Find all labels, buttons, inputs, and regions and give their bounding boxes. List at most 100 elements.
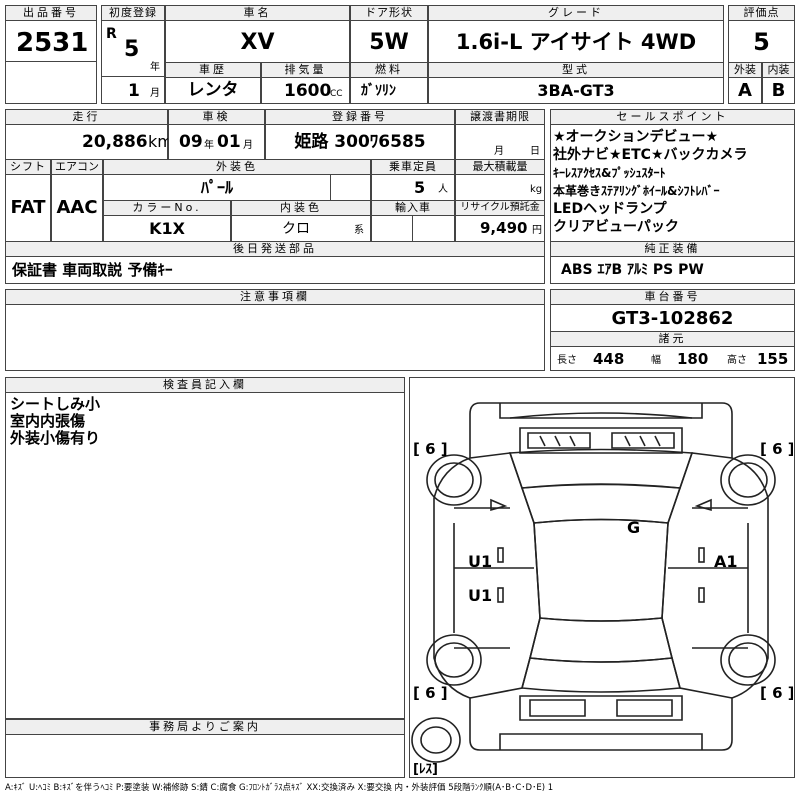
recycle-label: リサイクル預託金 <box>455 200 545 216</box>
mileage-label: 走行 <box>5 109 168 125</box>
door-type-label: ドア形状 <box>350 5 428 21</box>
exterior-color-cell: ﾊﾟｰﾙ <box>103 174 331 201</box>
interior-cell: B <box>762 77 795 104</box>
registration-year: 5 <box>124 37 140 62</box>
sales-point-line: クリアビューパック <box>553 219 679 235</box>
plate-number: 姫路 300ﾜ6585 <box>294 132 426 152</box>
left-front-door-mark: U1 <box>468 552 492 571</box>
recycle-unit: 円 <box>532 225 542 236</box>
score-cell: 5 <box>728 20 795 63</box>
left-rear-door-mark: U1 <box>468 586 492 605</box>
capacity: 5 <box>414 178 426 197</box>
sales-point-line: 本革巻きｽﾃｱﾘﾝｸﾞﾎｲｰﾙ&ｼﾌﾄﾚﾊﾞｰ <box>553 184 720 198</box>
recycle-fee: 9,490 <box>480 219 528 237</box>
spare-tire-mark: [ﾚｽ] <box>413 762 438 776</box>
exterior-cell: A <box>728 77 762 104</box>
later-parts-cell: 保証書 車両取説 予備ｷｰ <box>5 256 545 284</box>
era: R <box>106 26 117 42</box>
sales-point-line: LEDヘッドランプ <box>553 201 667 217</box>
equipment: ABS ｴｱB ｱﾙﾐ PS PW <box>561 262 704 278</box>
height-label: 高さ <box>727 355 747 366</box>
grade: 1.6i-L アイサイト 4WD <box>455 30 697 54</box>
plate-label: 登録番号 <box>265 109 455 125</box>
plate-cell: 姫路 300ﾜ6585 <box>265 124 455 160</box>
model: 3BA-GT3 <box>537 81 615 100</box>
tire-rear-right-mark: [ 6 ] <box>760 684 793 702</box>
damage-diagram: [ 6 ] [ 6 ] [ 6 ] [ 6 ] G U1 U1 A1 [ﾚｽ] <box>409 377 795 778</box>
lot-number-cell: 2531 <box>5 20 97 62</box>
lot-number: 2531 <box>16 28 89 58</box>
length-label: 長さ <box>557 355 577 366</box>
history: レンタ <box>187 80 239 100</box>
displacement-unit: CC <box>330 89 343 99</box>
capacity-unit: 人 <box>438 184 448 195</box>
caution-cell <box>5 304 545 371</box>
car-outline-diagram: [ 6 ] [ 6 ] [ 6 ] [ 6 ] G U1 U1 A1 [ﾚｽ] <box>411 402 793 776</box>
registration-month: 1 <box>128 81 140 101</box>
ac: AAC <box>56 197 98 218</box>
history-cell: レンタ <box>165 77 261 104</box>
interior-color-unit: 系 <box>354 225 364 236</box>
door-type: 5W <box>369 30 409 55</box>
exterior-color: ﾊﾟｰﾙ <box>200 178 233 197</box>
exterior-grade: A <box>738 80 752 101</box>
inspection-year: 09 <box>179 132 203 152</box>
mileage-cell: 20,886 km <box>5 124 173 160</box>
max-load-cell: kg <box>455 174 545 201</box>
shift-cell: FAT <box>5 174 51 242</box>
score-label: 評価点 <box>728 5 795 21</box>
exterior-label: 外装 <box>728 62 762 78</box>
fuel-cell: ｶﾞｿﾘﾝ <box>350 77 428 104</box>
inspection-label: 車検 <box>168 109 265 125</box>
model-label: 型式 <box>428 62 724 78</box>
capacity-cell: 5 人 <box>371 174 455 201</box>
sales-point-line: 社外ナビ★ETC★バックカメラ <box>553 147 748 163</box>
color-number: K1X <box>149 219 185 238</box>
mileage: 20,886 <box>82 132 148 152</box>
transfer-deadline-cell: 月 日 <box>455 124 545 160</box>
dimensions-cell: 長さ 448 幅 180 高さ 155 <box>550 346 795 371</box>
right-front-door-mark: A1 <box>714 552 738 571</box>
later-parts: 保証書 車両取説 予備ｷｰ <box>12 261 173 279</box>
lot-number-label: 出品番号 <box>5 5 97 21</box>
interior-color-cell: クロ 系 <box>231 215 371 242</box>
inspector-note-line: シートしみ小 <box>10 395 101 413</box>
inspection-month-unit: 月 <box>243 140 253 151</box>
width: 180 <box>677 350 709 368</box>
import-cell-a <box>371 215 413 242</box>
lot-blank-cell <box>5 61 97 104</box>
interior-grade: B <box>771 80 786 101</box>
office-notice-label: 事務局よりご案内 <box>5 719 405 735</box>
capacity-label: 乗車定員 <box>371 159 455 175</box>
inspector-notes-label: 検査員記入欄 <box>5 377 405 393</box>
chassis-label: 車台番号 <box>550 289 795 305</box>
roof-damage-mark: G <box>627 518 640 537</box>
fuel: ｶﾞｿﾘﾝ <box>361 83 396 99</box>
sales-point-line: ★オークションデビュー★ <box>553 129 719 145</box>
displacement-label: 排気量 <box>261 62 350 78</box>
inspector-note-line: 外装小傷有り <box>10 429 101 447</box>
recycle-cell: 9,490 円 <box>455 215 545 242</box>
registration-month-cell: 1 月 <box>101 76 165 104</box>
interior-label: 内装 <box>762 62 795 78</box>
sales-points-cell: ★オークションデビュー★ 社外ナビ★ETC★バックカメラ ｷｰﾚｽｱｸｾｽ&ﾌﾟ… <box>550 124 795 242</box>
inspector-note-line: 室内内張傷 <box>10 412 86 430</box>
car-name-cell: XV <box>165 20 350 63</box>
model-cell: 3BA-GT3 <box>428 77 724 104</box>
later-parts-label: 後日発送部品 <box>5 241 545 257</box>
dimensions-label: 諸元 <box>550 331 795 347</box>
tire-front-left-mark: [ 6 ] <box>413 440 448 458</box>
inspection-cell: 09 年 01 月 <box>168 124 265 160</box>
office-notice-cell <box>5 734 405 778</box>
ac-cell: AAC <box>51 174 103 242</box>
interior-color-label: 内装色 <box>231 200 371 216</box>
inspection-month: 01 <box>217 132 241 152</box>
sales-points-label: セールスポイント <box>550 109 795 125</box>
equipment-cell: ABS ｴｱB ｱﾙﾐ PS PW <box>550 256 795 284</box>
exterior-color-extra-cell <box>330 174 371 201</box>
grade-cell: 1.6i-L アイサイト 4WD <box>428 20 724 63</box>
chassis-cell: GT3-102862 <box>550 304 795 332</box>
history-label: 車歴 <box>165 62 261 78</box>
car-name: XV <box>240 30 275 55</box>
caution-label: 注意事項欄 <box>5 289 545 305</box>
